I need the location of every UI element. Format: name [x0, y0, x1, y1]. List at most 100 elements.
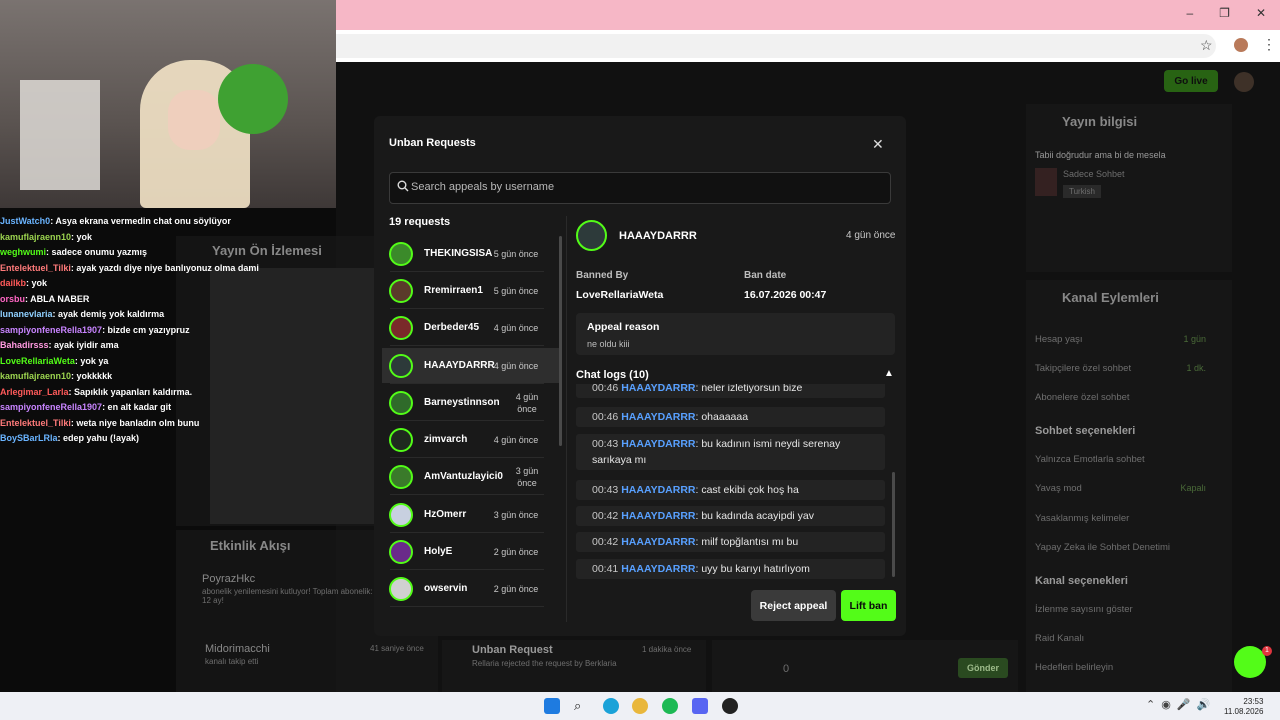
divider — [390, 457, 544, 458]
chat-text: : edep yahu (!ayak) — [57, 433, 140, 443]
log-username: HAAAYDARRR — [621, 563, 696, 575]
divider — [390, 532, 544, 533]
overlay-chat-message: Entelektuel_Tilki: ayak yazdı diye niye … — [0, 261, 336, 277]
feed-text: kanalı takip etti — [205, 657, 259, 666]
browser-menu-icon[interactable]: ⋮ — [1262, 36, 1276, 53]
overlay-chat-message: sampiyonfeneRella1907: bizde cm yazıypru… — [0, 323, 336, 339]
obs-icon[interactable] — [722, 698, 738, 714]
channel-action-label[interactable]: İzlenme sayısını göster — [1035, 604, 1133, 615]
request-list-item[interactable]: Rremirraen1 5 gün önce — [382, 273, 560, 309]
log-username: HAAAYDARRR — [621, 536, 696, 548]
edge-icon[interactable] — [603, 698, 619, 714]
ban-date-value: 16.07.2026 00:47 — [744, 289, 827, 301]
request-avatar — [389, 241, 413, 266]
chat-log-entry: 00:46 HAAAYDARRR: ohaaaaaa — [576, 407, 885, 427]
channel-action-label[interactable]: Yalnızca Emotlarla sohbet — [1035, 454, 1145, 465]
viewer-count: 0 — [783, 663, 790, 675]
chat-username: Bahadirsss — [0, 340, 49, 350]
chat-username: BoySBarLRla — [0, 433, 58, 443]
request-time: 5 gün önce — [493, 285, 539, 296]
request-list: THEKINGSISA 5 gün önce Rremirraen1 5 gün ön… — [382, 236, 560, 622]
divider — [390, 383, 544, 384]
reject-appeal-button[interactable]: Reject appeal — [751, 590, 836, 621]
request-avatar — [389, 464, 413, 489]
maximize-button[interactable]: ❐ — [1219, 6, 1230, 20]
overlay-chat-message: orsbu: ABLA NABER — [0, 292, 336, 308]
profile-avatar[interactable] — [1234, 38, 1248, 52]
chat-log-entry: 00:41 HAAAYDARRR: uyy bu karıyı hatırlıy… — [576, 559, 885, 579]
request-list-item[interactable]: HzOmerr 3 gün önce — [382, 497, 560, 533]
system-tray-icons[interactable]: ⌃◉🎤🔊 — [1146, 698, 1216, 711]
log-username: HAAAYDARRR — [621, 438, 696, 450]
channel-action-label[interactable]: Yapay Zeka ile Sohbet Denetimi — [1035, 542, 1170, 553]
start-icon[interactable] — [544, 698, 560, 714]
request-list-item[interactable]: Derbeder45 4 gün önce — [382, 310, 560, 346]
request-time: 2 gün önce — [493, 546, 539, 557]
channel-action-label[interactable]: Hedefleri belirleyin — [1035, 662, 1113, 673]
request-list-item[interactable]: HAAAYDARRR 4 gün önce — [382, 348, 560, 384]
request-list-item[interactable]: HolyE 2 gün önce — [382, 534, 560, 570]
log-scrollbar[interactable] — [892, 472, 895, 577]
user-avatar[interactable] — [1234, 72, 1254, 92]
search-icon[interactable]: ⌕ — [574, 698, 590, 714]
send-button[interactable]: Gönder — [958, 658, 1008, 678]
request-avatar — [389, 390, 413, 415]
close-icon[interactable]: ✕ — [872, 136, 884, 153]
chat-text: : ayak iyidir ama — [48, 340, 119, 350]
search-icon — [397, 180, 409, 192]
minimize-button[interactable]: – — [1186, 6, 1193, 20]
discord-icon[interactable] — [692, 698, 708, 714]
feed-time: 1 dakika önce — [642, 645, 692, 654]
feed-text: Rellaria rejected the request by Berklar… — [472, 659, 617, 668]
log-time: 00:43 — [592, 484, 619, 496]
channel-action-label[interactable]: Hesap yaşı — [1035, 334, 1083, 345]
channel-action-label[interactable]: Abonelere özel sohbet — [1035, 392, 1130, 403]
request-list-item[interactable]: AmVantuzlayici0 3 gün önce — [382, 459, 560, 495]
channel-action-label[interactable]: Raid Kanalı — [1035, 633, 1084, 644]
lift-ban-button[interactable]: Lift ban — [841, 590, 896, 621]
chat-logs-label: Chat logs (10) — [576, 369, 649, 381]
channel-action-label[interactable]: Yavaş mod — [1035, 483, 1082, 494]
chat-text: : yokkkkk — [71, 371, 113, 381]
request-list-item[interactable]: owservin 2 gün önce — [382, 571, 560, 607]
chat-log-entry: 00:43 HAAAYDARRR: cast ekibi çok hoş ha — [576, 480, 885, 500]
bookmark-star-icon[interactable]: ☆ — [1200, 37, 1213, 54]
request-username: HolyE — [424, 546, 453, 557]
divider — [390, 606, 544, 607]
request-avatar — [389, 278, 413, 303]
spotify-icon[interactable] — [662, 698, 678, 714]
list-scrollbar[interactable] — [559, 236, 562, 446]
close-window-button[interactable]: ✕ — [1256, 6, 1266, 20]
chat-log-entry: 00:43 HAAAYDARRR: bu kadının ismi neydi … — [576, 434, 885, 470]
chat-log-entry: 00:42 HAAAYDARRR: milf topğlantısı mı bu — [576, 532, 885, 552]
clock[interactable]: 23:53 11.08.2026 — [1224, 697, 1263, 717]
request-time: 4 gün önce — [493, 434, 539, 445]
divider — [390, 308, 544, 309]
log-username: HAAAYDARRR — [621, 411, 696, 423]
request-time: 3 gün önce — [515, 465, 539, 488]
streamer-face-image — [168, 90, 220, 150]
chat-username: Entelektuel_Tilki — [0, 262, 71, 273]
log-time: 00:41 — [592, 563, 619, 575]
request-username: HzOmerr — [424, 509, 467, 520]
chat-username: kamuflajraenn10 — [0, 231, 72, 242]
chrome-icon[interactable] — [632, 698, 648, 714]
chat-text: : ayak yazdı diye niye banlıyonuz olma d… — [70, 262, 259, 273]
window-controls: – ❐ ✕ — [1186, 6, 1280, 20]
chat-username: weghwumi — [0, 247, 47, 257]
request-username: HAAAYDARRR — [424, 360, 495, 371]
request-list-item[interactable]: THEKINGSISA 5 gün önce — [382, 236, 560, 272]
request-list-item[interactable]: Barneystinnson 4 gün önce — [382, 385, 560, 421]
request-list-item[interactable]: zimvarch 4 gün önce — [382, 422, 560, 458]
chevron-up-icon[interactable]: ▲ — [884, 368, 894, 379]
chat-text: : ayak demiş yok kaldırma — [52, 309, 165, 319]
feed-user: Unban Request — [472, 644, 553, 656]
request-avatar — [389, 539, 413, 564]
channel-action-label[interactable]: Yasaklanmış kelimeler — [1035, 513, 1129, 524]
divider — [390, 420, 544, 421]
request-time: 5 gün önce — [493, 248, 539, 259]
channel-action-value: Kapalı — [1180, 483, 1206, 493]
channel-action-label[interactable]: Takipçilere özel sohbet — [1035, 363, 1131, 374]
go-live-button[interactable]: Go live — [1164, 70, 1218, 92]
address-bar[interactable] — [336, 34, 1216, 58]
